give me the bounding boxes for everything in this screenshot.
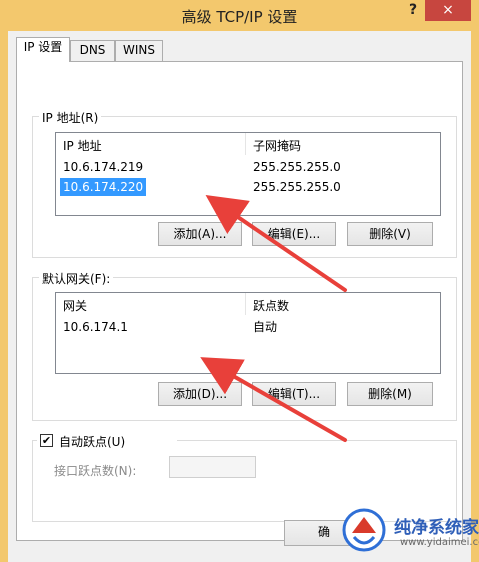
tab-ip-settings[interactable]: IP 设置 [16,37,70,62]
watermark-url: www.yidaimei.com [400,537,479,548]
annotation-arrow-add-gateway [200,357,347,442]
watermark-logo [342,508,386,552]
watermark-site-name: 纯净系统家园 [394,518,479,538]
annotation-arrow-add-ip [205,194,347,292]
dialog-window: 高级 TCP/IP 设置 ? × IP 设置 DNS WINS IP 地址(R)… [0,0,479,562]
annotation-arrows [200,194,347,442]
site-watermark: 纯净系统家园 www.yidaimei.com [330,499,479,562]
